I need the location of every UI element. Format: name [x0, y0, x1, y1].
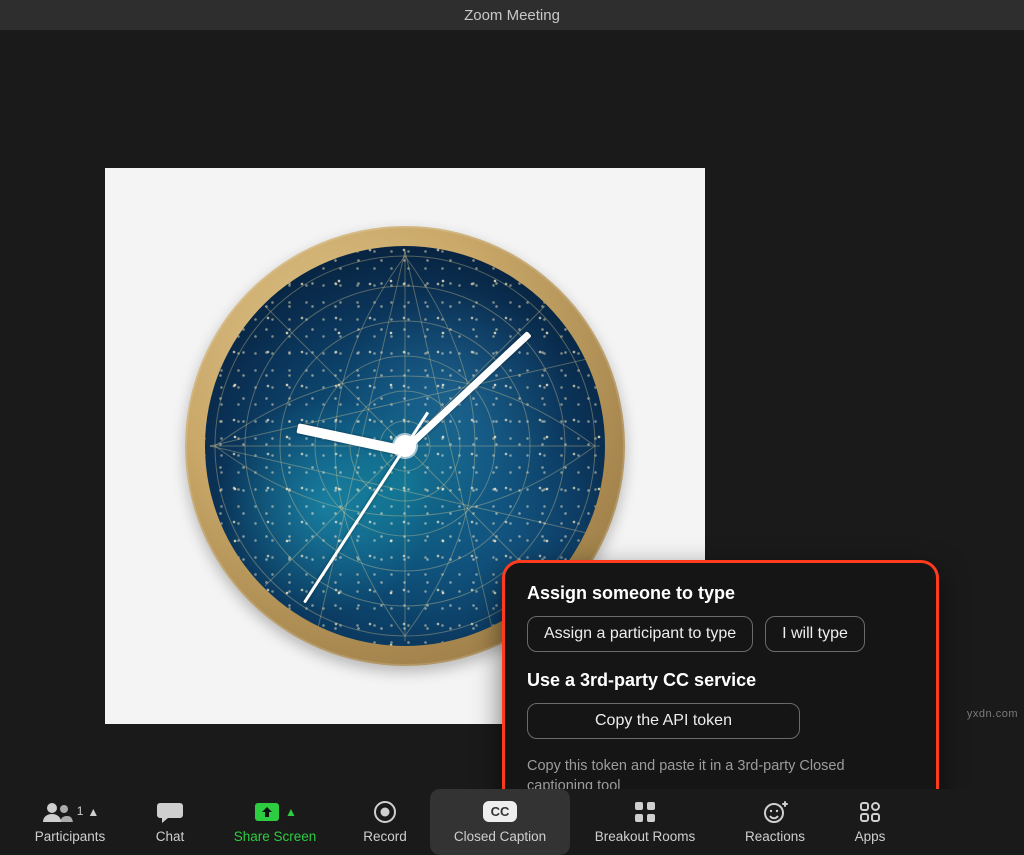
- closed-caption-popup: Assign someone to type Assign a particip…: [502, 560, 939, 817]
- chevron-up-icon[interactable]: ▲: [285, 805, 297, 819]
- chevron-up-icon[interactable]: ▲: [87, 805, 99, 819]
- assign-participant-button[interactable]: Assign a participant to type: [527, 616, 753, 652]
- meeting-stage: Assign someone to type Assign a particip…: [0, 30, 1024, 790]
- apps-label: Apps: [855, 829, 886, 844]
- record-button[interactable]: Record: [340, 789, 430, 855]
- record-icon: [373, 799, 397, 825]
- closed-caption-label: Closed Caption: [454, 829, 546, 844]
- watermark: yxdn.com: [967, 708, 1018, 720]
- participants-button[interactable]: 1 ▲ Participants: [10, 789, 130, 855]
- meeting-toolbar: 1 ▲ Participants Chat ▲ Share Screen Rec…: [0, 789, 1024, 855]
- share-screen-icon: [253, 800, 281, 824]
- breakout-rooms-icon: [633, 799, 657, 825]
- clock-center: [394, 435, 416, 457]
- closed-caption-button[interactable]: CC Closed Caption: [430, 789, 570, 855]
- closed-caption-icon: CC: [483, 799, 518, 825]
- share-screen-label: Share Screen: [234, 829, 317, 844]
- participants-icon: [41, 800, 75, 824]
- window-title: Zoom Meeting: [464, 7, 560, 24]
- i-will-type-button[interactable]: I will type: [765, 616, 865, 652]
- window-titlebar: Zoom Meeting: [0, 0, 1024, 30]
- chat-icon: [156, 799, 184, 825]
- record-label: Record: [363, 829, 407, 844]
- share-screen-button[interactable]: ▲ Share Screen: [210, 789, 340, 855]
- copy-api-token-button[interactable]: Copy the API token: [527, 703, 800, 739]
- participants-label: Participants: [35, 829, 106, 844]
- apps-button[interactable]: Apps: [830, 789, 910, 855]
- chat-button[interactable]: Chat: [130, 789, 210, 855]
- breakout-rooms-button[interactable]: Breakout Rooms: [570, 789, 720, 855]
- apps-icon: [858, 799, 882, 825]
- reactions-button[interactable]: Reactions: [720, 789, 830, 855]
- reactions-icon: [762, 799, 788, 825]
- reactions-label: Reactions: [745, 829, 805, 844]
- cc-section-assign-title: Assign someone to type: [527, 583, 914, 604]
- cc-section-3rdparty-title: Use a 3rd-party CC service: [527, 670, 914, 691]
- chat-label: Chat: [156, 829, 185, 844]
- participants-count: 1: [77, 804, 84, 818]
- breakout-rooms-label: Breakout Rooms: [595, 829, 696, 844]
